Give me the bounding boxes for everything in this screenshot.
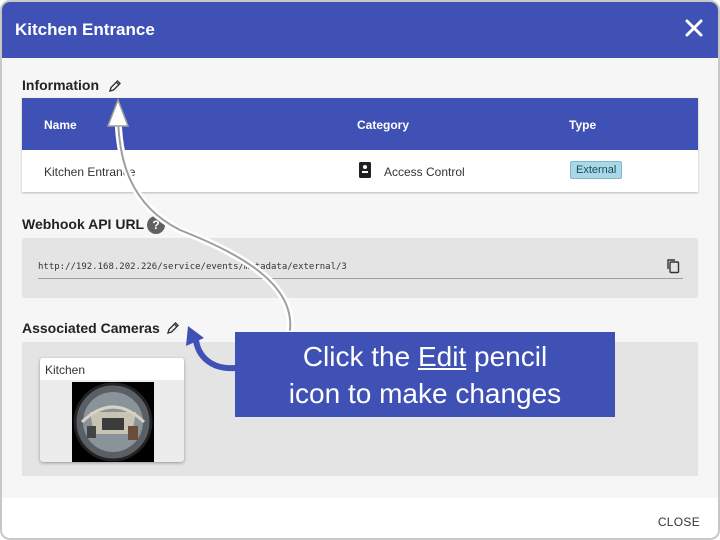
column-header-type: Type <box>569 118 597 132</box>
url-underline <box>38 278 683 279</box>
dialog-title: Kitchen Entrance <box>15 20 155 39</box>
information-label: Information <box>22 77 99 93</box>
edit-cameras-pencil-icon[interactable] <box>166 321 180 335</box>
webhook-label: Webhook API URL <box>22 216 145 232</box>
dialog-titlebar: Kitchen Entrance <box>2 2 718 58</box>
row-name: Kitchen Entrance <box>44 165 136 179</box>
camera-name: Kitchen <box>45 363 86 377</box>
column-header-name: Name <box>44 118 77 132</box>
webhook-url-field: http://192.168.202.226/service/events/me… <box>22 238 698 298</box>
associated-cameras-label: Associated Cameras <box>22 320 160 336</box>
callout-text-emphasis: Edit <box>417 341 467 372</box>
dialog: Kitchen Entrance Information Name Catego… <box>0 0 720 540</box>
row-category: Access Control <box>384 165 465 179</box>
help-icon[interactable]: ? <box>147 216 165 234</box>
edit-information-pencil-icon[interactable] <box>108 79 122 93</box>
dialog-footer: CLOSE <box>2 498 718 538</box>
information-table: Name Category Type Kitchen Entrance Acce… <box>22 98 698 192</box>
close-button[interactable]: CLOSE <box>658 515 700 529</box>
tutorial-callout: Click the Edit pencil icon to make chang… <box>235 332 615 417</box>
close-icon[interactable] <box>682 16 706 40</box>
callout-text-after: pencil <box>474 341 548 372</box>
type-badge: External <box>570 161 623 179</box>
camera-thumbnail <box>72 382 154 462</box>
copy-icon[interactable] <box>666 258 680 274</box>
camera-card[interactable]: Kitchen <box>40 358 184 462</box>
table-header: Name Category Type <box>22 98 698 150</box>
access-control-icon <box>359 162 371 178</box>
column-header-category: Category <box>357 118 410 132</box>
webhook-url-value: http://192.168.202.226/service/events/me… <box>38 262 347 272</box>
camera-card-header: Kitchen <box>40 358 184 380</box>
callout-text-before: Click the <box>302 341 411 372</box>
callout-text-line2: icon to make changes <box>288 378 562 409</box>
